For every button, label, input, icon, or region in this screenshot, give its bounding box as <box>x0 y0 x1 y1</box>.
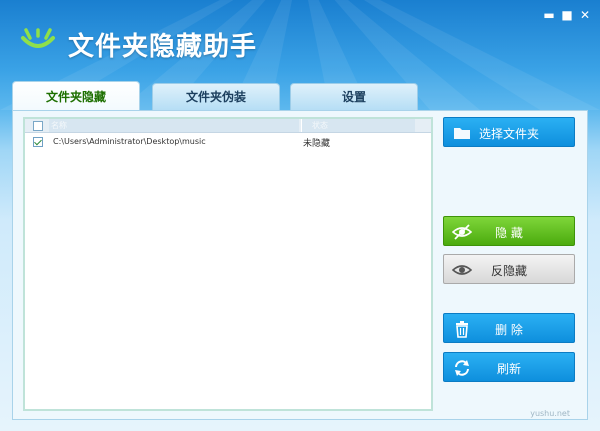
tab-settings[interactable]: 设置 <box>290 83 418 110</box>
table-row[interactable]: C:\Users\Administrator\Desktop\music 未隐藏 <box>25 133 431 151</box>
select-folder-label: 选择文件夹 <box>478 127 539 141</box>
unhide-button[interactable]: 反隐藏 <box>443 254 575 284</box>
column-header-status[interactable]: 状态 <box>301 119 415 132</box>
unhide-label: 反隐藏 <box>490 264 527 278</box>
delete-button[interactable]: 删 除 <box>443 313 575 343</box>
refresh-label: 刷新 <box>496 362 521 376</box>
select-folder-button[interactable]: 选择文件夹 <box>443 117 575 147</box>
select-all-checkbox[interactable] <box>33 121 43 131</box>
window-controls: ▬ ■ ✕ <box>542 8 592 22</box>
tab-folder-hide[interactable]: 文件夹隐藏 <box>12 81 140 111</box>
column-header-name[interactable]: 名称 <box>49 119 299 132</box>
close-icon[interactable]: ✕ <box>578 8 592 22</box>
refresh-button[interactable]: 刷新 <box>443 352 575 382</box>
hide-button[interactable]: 隐 藏 <box>443 216 575 246</box>
list-header: 名称 状态 <box>25 119 431 133</box>
watermark: yushu.net <box>530 409 570 418</box>
delete-label: 删 除 <box>495 323 523 337</box>
app-title: 文件夹隐藏助手 <box>68 32 258 62</box>
folder-list: 名称 状态 C:\Users\Administrator\Desktop\mus… <box>23 117 433 411</box>
app-window: ▬ ■ ✕ 文件夹隐藏助手 文件夹隐藏 文件夹伪装 设置 名称 状态 C:\Us… <box>0 0 600 431</box>
maximize-icon[interactable]: ■ <box>560 8 574 22</box>
tab-folder-disguise[interactable]: 文件夹伪装 <box>152 83 280 110</box>
folder-status: 未隐藏 <box>303 139 331 149</box>
hide-label: 隐 藏 <box>495 226 523 240</box>
eye-logo-icon <box>21 28 55 48</box>
tab-content-panel: 名称 状态 C:\Users\Administrator\Desktop\mus… <box>12 110 588 420</box>
minimize-icon[interactable]: ▬ <box>542 8 556 22</box>
folder-path: C:\Users\Administrator\Desktop\music <box>53 137 206 146</box>
row-checkbox[interactable] <box>33 137 43 147</box>
